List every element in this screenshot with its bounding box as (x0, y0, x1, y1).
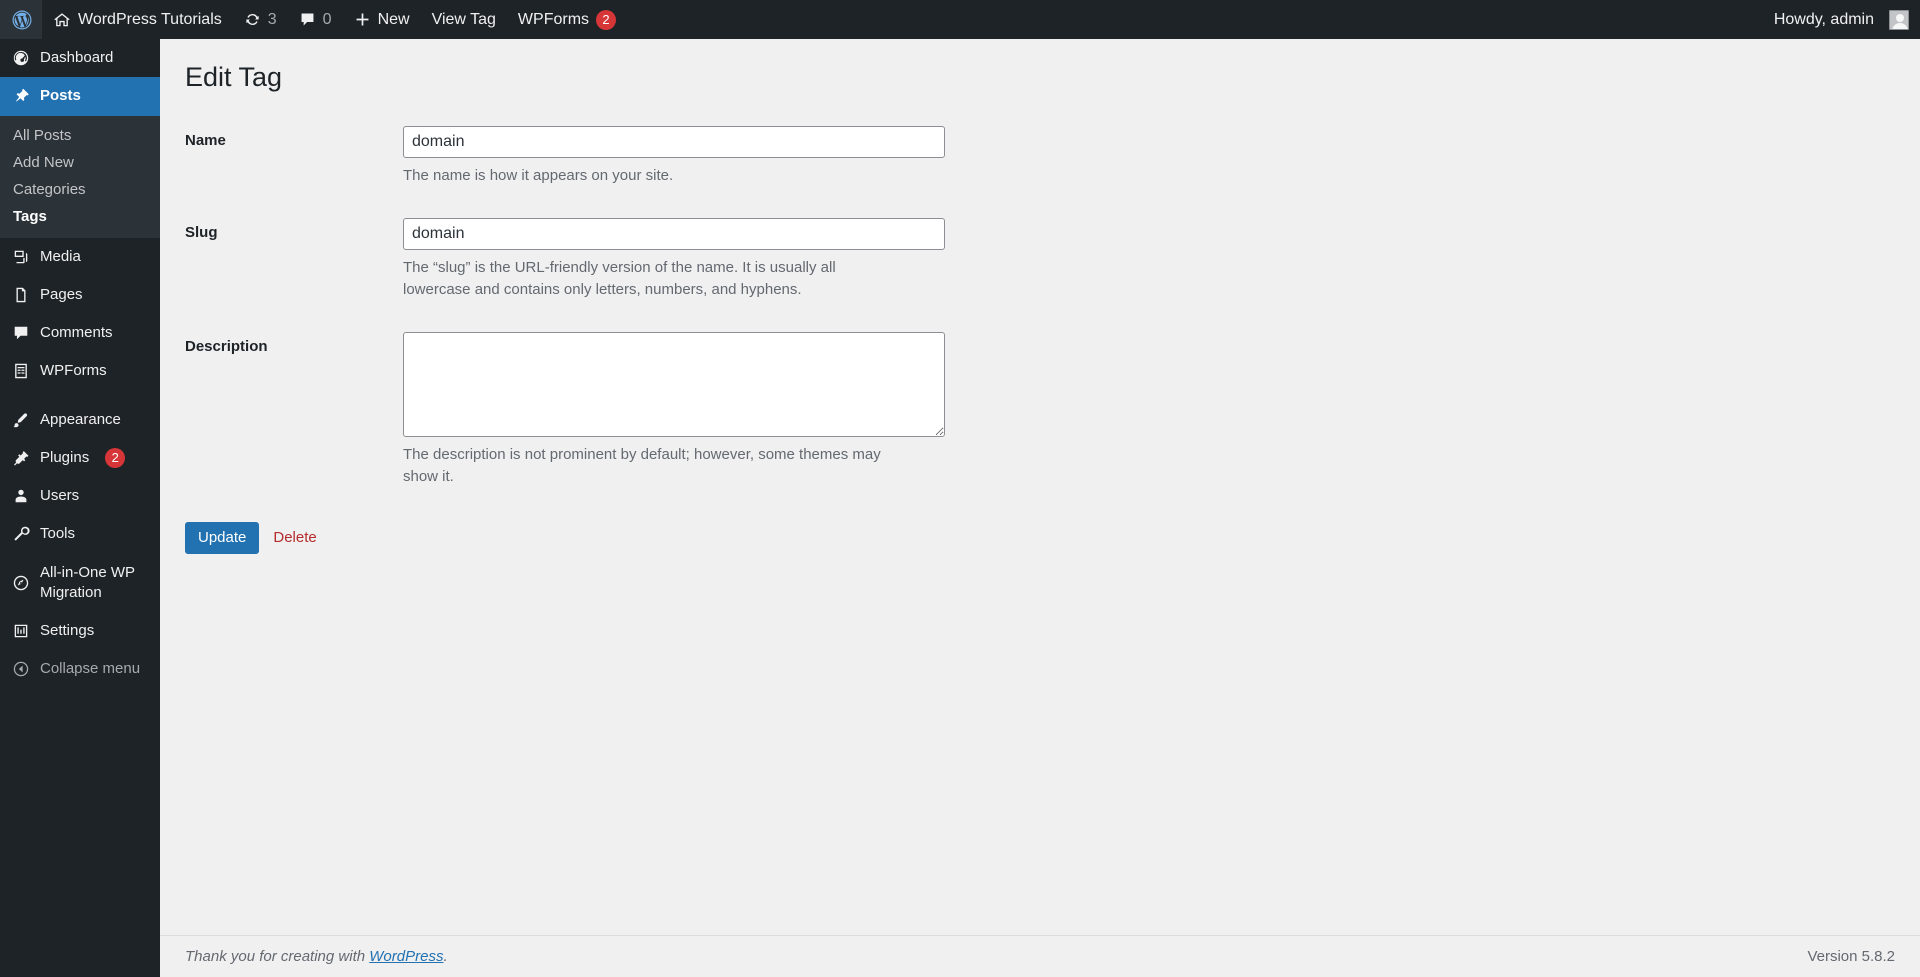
wordpress-logo-button[interactable] (0, 0, 42, 39)
name-description: The name is how it appears on your site. (403, 167, 674, 185)
admin-sidebar-menu: Dashboard Posts All Posts Add New Catego… (0, 39, 168, 977)
sidebar-item-settings[interactable]: Settings (0, 612, 160, 650)
name-input[interactable] (403, 126, 945, 159)
name-field-cell: The name is how it appears on your site. (393, 111, 1895, 203)
sidebar-item-dashboard[interactable]: Dashboard (0, 39, 160, 77)
home-icon (53, 11, 71, 29)
form-row-description: Description The description is not promi… (185, 317, 1895, 504)
sidebar-item-label: All-in-One WP Migration (40, 563, 135, 601)
collapse-menu-button[interactable]: Collapse menu (0, 650, 160, 688)
new-content-label: New (377, 10, 410, 28)
name-label: Name (185, 132, 226, 150)
migration-icon (11, 573, 31, 593)
collapse-arrow-icon (11, 659, 31, 679)
sidebar-item-label: Dashboard (40, 49, 114, 66)
admin-footer: Thank you for creating with WordPress. V… (160, 935, 1920, 977)
sidebar-item-tools[interactable]: Tools (0, 515, 160, 553)
update-button[interactable]: Update (185, 521, 260, 554)
description-textarea[interactable] (403, 331, 945, 437)
sidebar-item-label: Comments (40, 324, 113, 341)
sidebar-item-label: Plugins (40, 448, 90, 466)
delete-link[interactable]: Delete (273, 529, 316, 546)
sidebar-item-users[interactable]: Users (0, 477, 160, 515)
description-help-text: The description is not prominent by defa… (403, 445, 881, 486)
wpforms-menu-label: WPForms (517, 10, 590, 28)
page-title: Edit Tag (185, 62, 283, 92)
plug-icon (11, 448, 31, 468)
plus-icon (354, 11, 371, 28)
description-field-cell: The description is not prominent by defa… (393, 317, 1895, 504)
footer-thanks-suffix: . (443, 948, 448, 965)
sidebar-item-appearance[interactable]: Appearance (0, 401, 160, 439)
settings-icon (11, 621, 31, 641)
wordpress-link[interactable]: WordPress (369, 948, 443, 965)
my-account-menu[interactable]: Howdy, admin (1763, 0, 1920, 39)
footer-thanks: Thank you for creating with WordPress. (185, 948, 448, 965)
comment-bubble-icon (299, 11, 316, 28)
sidebar-item-label: Pages (40, 285, 83, 303)
site-name-label: WordPress Tutorials (78, 10, 222, 28)
sidebar-item-tags[interactable]: Tags (0, 203, 160, 230)
slug-field-cell: The “slug” is the URL-friendly version o… (393, 203, 1895, 317)
view-tag-button[interactable]: View Tag (421, 0, 507, 39)
updates-icon (244, 11, 261, 28)
comments-count: 0 (322, 10, 332, 28)
wpforms-menu-button[interactable]: WPForms 2 (507, 0, 627, 39)
sidebar-item-pages[interactable]: Pages (0, 276, 160, 314)
sidebar-item-label: Appearance (40, 410, 121, 428)
menu-separator (0, 391, 160, 401)
comment-bubble-icon (11, 323, 31, 343)
collapse-menu-label: Collapse menu (40, 660, 141, 678)
form-row-name: Name The name is how it appears on your … (185, 111, 1895, 203)
slug-description: The “slug” is the URL-friendly version o… (403, 258, 836, 299)
edit-tag-form-wrap: Edit Tag Name The name is how it appears… (160, 39, 1920, 554)
sidebar-item-label: Media (40, 247, 81, 265)
admin-bar-right: Howdy, admin (1763, 0, 1920, 39)
pages-icon (11, 285, 31, 305)
admin-bar: WordPress Tutorials 3 0 New View Tag WPF… (0, 0, 1920, 39)
form-row-slug: Slug The “slug” is the URL-friendly vers… (185, 203, 1895, 317)
new-content-button[interactable]: New (343, 0, 421, 39)
wordpress-logo-icon (12, 10, 32, 30)
footer-version: Version 5.8.2 (1807, 948, 1895, 965)
sidebar-item-label: Tools (40, 525, 76, 543)
edit-tag-form-table: Name The name is how it appears on your … (185, 111, 1895, 504)
sidebar-item-plugins[interactable]: Plugins 2 (0, 439, 160, 477)
sidebar-item-all-posts[interactable]: All Posts (0, 122, 160, 149)
users-icon (11, 486, 31, 506)
site-name-menu[interactable]: WordPress Tutorials (42, 0, 233, 39)
footer-thanks-prefix: Thank you for creating with (185, 948, 370, 965)
wpforms-badge: 2 (596, 9, 617, 30)
updates-count: 3 (267, 10, 277, 28)
sidebar-item-add-new-post[interactable]: Add New (0, 149, 160, 176)
sidebar-item-comments[interactable]: Comments (0, 314, 160, 352)
sidebar-item-posts[interactable]: Posts (0, 77, 168, 116)
comments-button[interactable]: 0 (288, 0, 343, 39)
brush-icon (11, 410, 31, 430)
sidebar-item-label: Posts (40, 87, 81, 105)
updates-button[interactable]: 3 (233, 0, 288, 39)
sidebar-item-label: WPForms (40, 362, 107, 380)
main-content: Edit Tag Name The name is how it appears… (160, 39, 1920, 977)
plugins-update-badge: 2 (105, 447, 126, 468)
dashboard-icon (11, 48, 31, 68)
slug-label: Slug (185, 223, 218, 241)
form-actions: Update Delete (185, 504, 1895, 554)
sidebar-item-all-in-one-wp-migration[interactable]: All-in-One WP Migration (0, 554, 160, 613)
slug-input[interactable] (403, 217, 945, 250)
sidebar-item-categories[interactable]: Categories (0, 176, 160, 203)
sidebar-item-label: Settings (40, 622, 95, 639)
pin-icon (11, 86, 31, 106)
avatar (1889, 9, 1909, 30)
wpforms-icon (11, 361, 31, 381)
posts-submenu: All Posts Add New Categories Tags (0, 115, 160, 238)
sidebar-item-media[interactable]: Media (0, 238, 160, 276)
description-label: Description (185, 337, 268, 355)
sidebar-item-wpforms[interactable]: WPForms (0, 352, 160, 390)
wrench-icon (11, 524, 31, 544)
media-icon (11, 247, 31, 267)
sidebar-item-label: Users (40, 487, 80, 504)
howdy-label: Howdy, admin (1773, 10, 1874, 28)
